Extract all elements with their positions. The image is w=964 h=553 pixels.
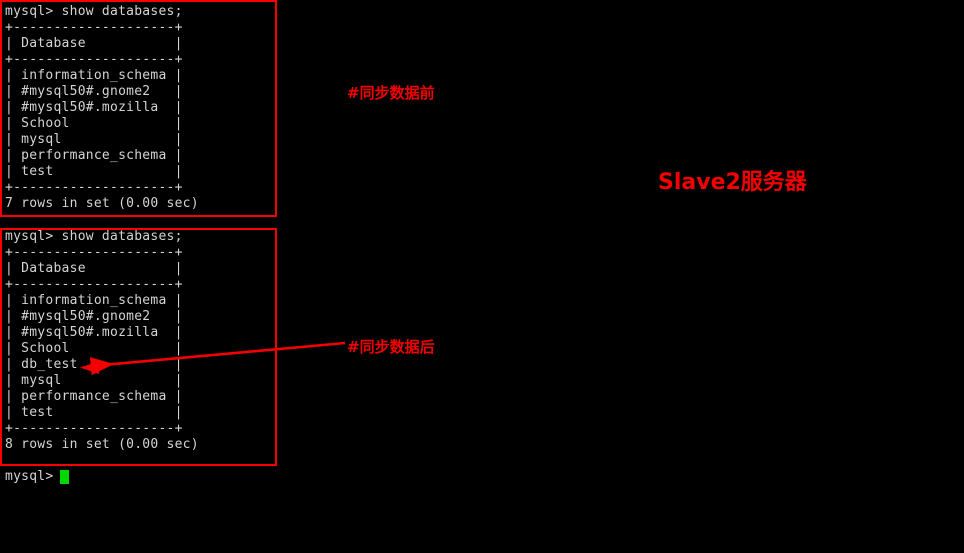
terminal-line-db-test: | db_test | — [5, 357, 183, 372]
terminal-status-line: 7 rows in set (0.00 sec) — [5, 196, 199, 211]
terminal-line: | information_schema | — [5, 68, 183, 83]
terminal-line: | Database | — [5, 261, 183, 276]
terminal-line: +--------------------+ — [5, 180, 183, 195]
terminal-line: | School | — [5, 341, 183, 356]
annotation-before-sync: #同步数据前 — [347, 84, 435, 102]
terminal-line: | information_schema | — [5, 293, 183, 308]
terminal-line: +--------------------+ — [5, 421, 183, 436]
annotation-server-label: Slave2服务器 — [658, 170, 807, 195]
terminal-line: mysql> show databases; — [5, 4, 183, 19]
terminal-line: +--------------------+ — [5, 20, 183, 35]
terminal-line: | #mysql50#.mozilla | — [5, 100, 183, 115]
terminal-line: | test | — [5, 164, 183, 179]
shell-prompt: mysql> — [5, 469, 54, 484]
terminal-line: | performance_schema | — [5, 148, 183, 163]
terminal-line: | #mysql50#.gnome2 | — [5, 84, 183, 99]
terminal-line: +--------------------+ — [5, 245, 183, 260]
annotation-after-sync: #同步数据后 — [347, 338, 435, 356]
terminal-cursor — [60, 470, 69, 484]
terminal-line: | test | — [5, 405, 183, 420]
terminal-line: | #mysql50#.gnome2 | — [5, 309, 183, 324]
terminal-line: +--------------------+ — [5, 277, 183, 292]
terminal-line: | School | — [5, 116, 183, 131]
terminal-line: mysql> show databases; — [5, 229, 183, 244]
terminal-line: | mysql | — [5, 373, 183, 388]
terminal-line: | #mysql50#.mozilla | — [5, 325, 183, 340]
terminal-line: +--------------------+ — [5, 52, 183, 67]
terminal-status-line: 8 rows in set (0.00 sec) — [5, 437, 199, 452]
terminal-line: | Database | — [5, 36, 183, 51]
terminal-line: | mysql | — [5, 132, 183, 147]
terminal-line: | performance_schema | — [5, 389, 183, 404]
